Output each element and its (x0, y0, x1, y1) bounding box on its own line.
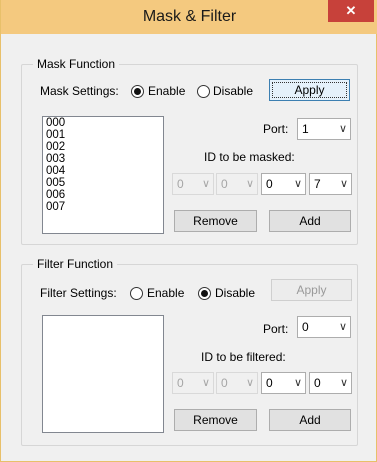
filter-id-byte-2[interactable]: 0 ∨ (216, 372, 258, 394)
mask-id-byte-3[interactable]: 0 ∨ (261, 173, 306, 195)
list-item[interactable]: 003 (43, 153, 163, 165)
mask-id-byte-2-value: 0 (221, 177, 228, 191)
mask-id-label: ID to be masked: (204, 150, 295, 164)
chevron-down-icon: ∨ (293, 377, 302, 389)
mask-id-byte-1[interactable]: 0 ∨ (172, 173, 214, 195)
chevron-down-icon: ∨ (339, 178, 348, 190)
filter-id-byte-3-value: 0 (266, 376, 273, 390)
mask-enable-label[interactable]: Enable (148, 84, 185, 98)
chevron-down-icon: ∨ (201, 377, 210, 389)
filter-disable-radio[interactable] (198, 287, 211, 300)
filter-id-byte-2-value: 0 (221, 376, 228, 390)
mask-enable-radio[interactable] (131, 85, 144, 98)
filter-id-byte-1-value: 0 (177, 376, 184, 390)
filter-id-byte-3[interactable]: 0 ∨ (261, 372, 306, 394)
focus-rect (272, 82, 347, 98)
mask-id-byte-2[interactable]: 0 ∨ (216, 173, 258, 195)
filter-enable-label[interactable]: Enable (147, 286, 184, 300)
close-button[interactable]: ✕ (328, 0, 374, 22)
list-item[interactable]: 001 (43, 129, 163, 141)
mask-id-byte-4-value: 7 (314, 177, 321, 191)
filter-group-label: Filter Function (33, 257, 118, 271)
filter-port-select[interactable]: 0 ∨ (297, 316, 351, 338)
mask-id-byte-1-value: 0 (177, 177, 184, 191)
mask-group-label: Mask Function (33, 57, 120, 71)
mask-remove-button[interactable]: Remove (174, 210, 257, 232)
filter-id-label: ID to be filtered: (201, 350, 286, 364)
chevron-down-icon: ∨ (245, 377, 254, 389)
mask-port-value: 1 (302, 122, 309, 136)
filter-settings-label: Filter Settings: (40, 286, 117, 300)
chevron-down-icon: ∨ (338, 123, 347, 135)
filter-id-byte-4[interactable]: 0 ∨ (309, 372, 352, 394)
mask-disable-radio[interactable] (197, 85, 210, 98)
filter-port-label: Port: (263, 322, 289, 336)
filter-add-button[interactable]: Add (269, 409, 351, 431)
mask-filter-dialog: Mask & Filter ✕ Mask Function Mask Setti… (0, 0, 377, 462)
list-item[interactable]: 007 (43, 201, 163, 213)
filter-disable-label[interactable]: Disable (215, 286, 255, 300)
filter-apply-button[interactable]: Apply (271, 279, 352, 301)
chevron-down-icon: ∨ (293, 178, 302, 190)
mask-id-byte-4[interactable]: 7 ∨ (309, 173, 352, 195)
mask-id-list[interactable]: 000 001 002 003 004 005 006 007 (42, 116, 164, 234)
filter-port-value: 0 (302, 320, 309, 334)
list-item[interactable]: 005 (43, 177, 163, 189)
filter-id-list[interactable] (42, 315, 164, 433)
chevron-down-icon: ∨ (201, 178, 210, 190)
mask-port-label: Port: (263, 122, 289, 136)
list-item[interactable]: 002 (43, 141, 163, 153)
list-item[interactable]: 006 (43, 189, 163, 201)
mask-apply-button[interactable]: Apply (269, 79, 350, 101)
mask-settings-label: Mask Settings: (40, 84, 119, 98)
chevron-down-icon: ∨ (339, 377, 348, 389)
chevron-down-icon: ∨ (338, 321, 347, 333)
mask-disable-label[interactable]: Disable (213, 84, 253, 98)
list-item[interactable]: 004 (43, 165, 163, 177)
filter-remove-button[interactable]: Remove (174, 409, 257, 431)
mask-id-byte-3-value: 0 (266, 177, 273, 191)
title-bar[interactable]: Mask & Filter ✕ (1, 0, 377, 34)
chevron-down-icon: ∨ (245, 178, 254, 190)
window-title: Mask & Filter (142, 8, 237, 25)
close-icon: ✕ (345, 3, 357, 18)
mask-add-button[interactable]: Add (269, 210, 351, 232)
filter-id-byte-1[interactable]: 0 ∨ (172, 372, 214, 394)
mask-port-select[interactable]: 1 ∨ (297, 118, 351, 140)
filter-enable-radio[interactable] (130, 287, 143, 300)
filter-id-byte-4-value: 0 (314, 376, 321, 390)
list-item[interactable]: 000 (43, 117, 163, 129)
